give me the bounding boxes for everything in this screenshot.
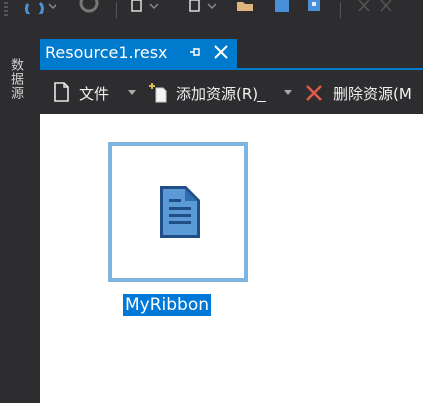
- data-sources-tab[interactable]: 数据源: [6, 58, 25, 100]
- main-toolbar: [0, 0, 423, 22]
- delete-icon: [306, 85, 322, 101]
- save-all-icon[interactable]: [304, 0, 328, 14]
- add-resource-icon: [149, 83, 167, 103]
- save-icon[interactable]: [274, 0, 292, 14]
- remove-resource-label: 删除资源(M: [333, 85, 412, 103]
- toolbar-grip[interactable]: [4, 2, 8, 16]
- navigate-forward-icon[interactable]: [78, 0, 102, 14]
- file-dropdown-button[interactable]: 文件: [52, 81, 140, 103]
- resource-name-label[interactable]: MyRibbon: [123, 294, 212, 316]
- close-icon[interactable]: [212, 43, 230, 61]
- toolbar-separator: [116, 2, 117, 18]
- add-resource-button[interactable]: 添加资源(R): [148, 81, 298, 103]
- text-file-icon: [160, 186, 200, 238]
- document-tab[interactable]: Resource1.resx: [40, 39, 237, 68]
- open-folder-icon[interactable]: [236, 0, 256, 14]
- chevron-down-icon: [128, 90, 136, 95]
- resource-canvas[interactable]: MyRibbon: [40, 114, 423, 403]
- document-tab-title: Resource1.resx: [45, 43, 168, 62]
- document-icon: [54, 82, 69, 102]
- add-resource-label: 添加资源(R): [176, 85, 259, 103]
- toolbar-separator: [340, 2, 341, 18]
- new-project-icon[interactable]: [130, 0, 160, 14]
- resource-thumbnail[interactable]: [108, 142, 248, 282]
- remove-resource-button[interactable]: 删除资源(M: [305, 81, 423, 103]
- resource-editor-toolbar: 文件 添加资源(R) 删除资源(M: [40, 70, 423, 114]
- chevron-down-icon: [284, 90, 292, 95]
- mnemonic-underline: [257, 101, 266, 102]
- pin-icon[interactable]: [188, 45, 202, 59]
- file-label: 文件: [79, 85, 110, 103]
- side-tool-window-strip: 数据源: [0, 22, 33, 403]
- new-file-icon[interactable]: [188, 0, 218, 14]
- undo-redo-icon[interactable]: [356, 0, 420, 14]
- resource-item[interactable]: MyRibbon: [108, 141, 256, 326]
- navigate-back-icon[interactable]: [22, 0, 56, 14]
